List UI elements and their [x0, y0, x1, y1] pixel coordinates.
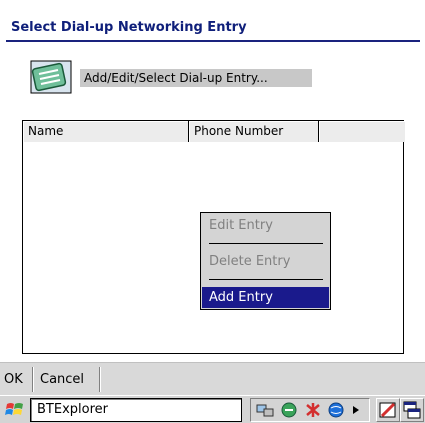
menubar-separator: [32, 367, 33, 392]
menu-item-add-entry[interactable]: Add Entry: [202, 287, 329, 308]
cancel-button[interactable]: Cancel: [36, 363, 98, 396]
globe-icon[interactable]: [327, 401, 347, 419]
context-menu: Edit Entry Delete Entry Add Entry: [200, 212, 331, 310]
bluetooth-icon[interactable]: [303, 401, 323, 419]
window-switch-icon[interactable]: [400, 398, 424, 422]
menubar-separator: [99, 367, 100, 392]
menu-separator: [209, 243, 323, 244]
windows-start-icon[interactable]: [4, 399, 26, 421]
dialup-entry-label: Add/Edit/Select Dial-up Entry...: [80, 69, 312, 87]
connection-icon[interactable]: [279, 401, 299, 419]
pen-icon: [379, 402, 396, 418]
system-tray: [250, 398, 370, 422]
dialog-title: Select Dial-up Networking Entry: [11, 20, 247, 35]
ok-button[interactable]: OK: [2, 363, 32, 396]
dialup-entry-icon: [30, 60, 72, 94]
network-icon[interactable]: [255, 401, 275, 419]
list-header: Name Phone Number: [23, 121, 405, 142]
column-header-name[interactable]: Name: [23, 121, 189, 142]
command-bar: OK Cancel: [0, 362, 425, 395]
column-header-phone-number[interactable]: Phone Number: [189, 121, 319, 142]
windows-icon: [403, 401, 421, 419]
menu-separator: [209, 279, 323, 280]
menu-item-edit-entry[interactable]: Edit Entry: [202, 215, 329, 237]
column-header-empty[interactable]: [319, 121, 405, 142]
task-button-btexplorer[interactable]: BTExplorer: [30, 398, 242, 422]
taskbar: BTExplorer: [0, 395, 425, 423]
menu-item-delete-entry[interactable]: Delete Entry: [202, 251, 329, 273]
arrow-right-icon[interactable]: [349, 401, 363, 419]
pen-input-icon[interactable]: [376, 398, 400, 422]
title-divider: [6, 40, 420, 42]
